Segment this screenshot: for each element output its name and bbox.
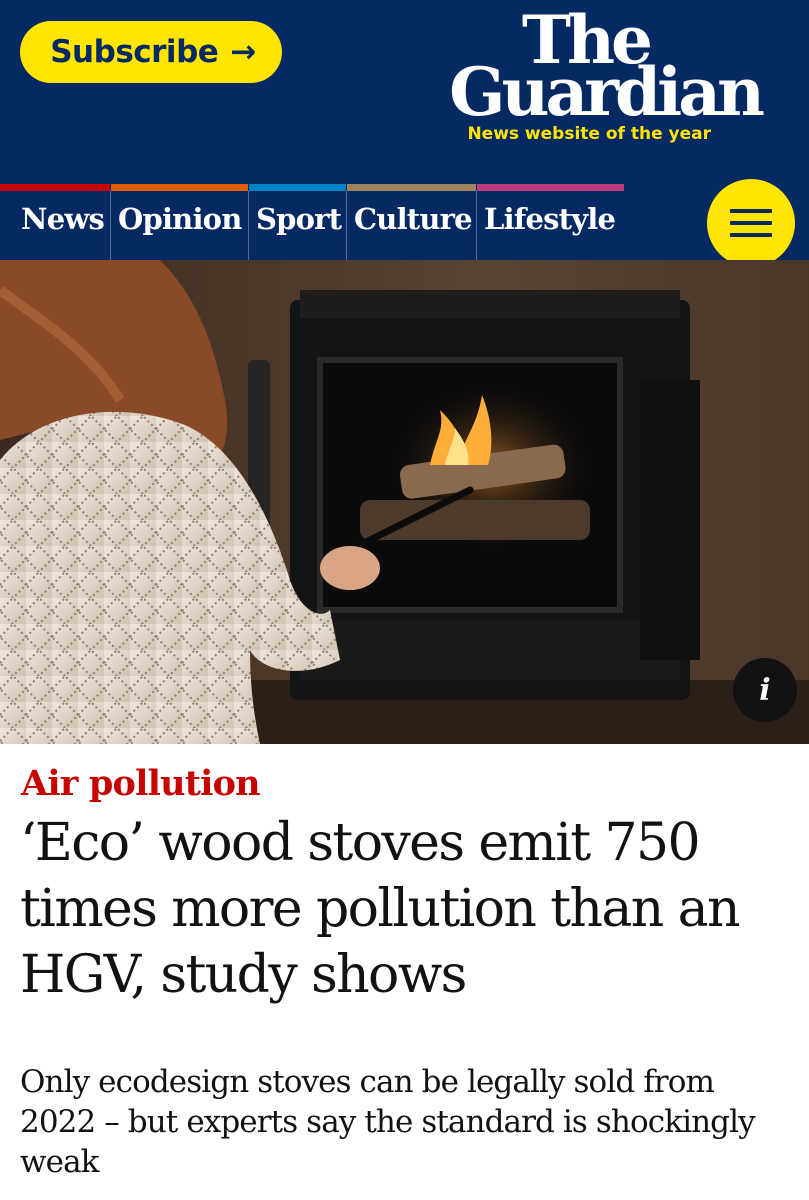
section-kicker[interactable]: Air pollution — [21, 763, 261, 804]
stove-fireplace-photo — [0, 260, 809, 744]
article-standfirst: Only ecodesign stoves can be legally sol… — [20, 1062, 790, 1182]
hero-image: i — [0, 260, 809, 744]
headline-line: times more pollution than an — [20, 879, 741, 939]
nav-item-sport[interactable]: Sport — [249, 184, 346, 260]
headline-line: HGV, study shows — [20, 945, 467, 1005]
standfirst-line: Only ecodesign stoves can be legally sol… — [20, 1064, 715, 1100]
hamburger-menu-button[interactable] — [707, 179, 795, 267]
article-headline: ‘Eco’ wood stoves emit 750 times more po… — [20, 810, 800, 1008]
headline-line: ‘Eco’ wood stoves emit 750 — [20, 813, 701, 873]
section-nav: News Opinion Sport Culture Lifestyle — [0, 179, 809, 267]
nav-item-label: Culture — [354, 202, 473, 236]
logo-line-2: Guardian — [449, 53, 765, 131]
nav-item-label: Sport — [256, 202, 342, 236]
arrow-right-icon: → — [230, 34, 256, 70]
standfirst-line: 2022 – but experts say the standard is s… — [20, 1104, 756, 1140]
tagline: News website of the year — [467, 124, 711, 144]
subscribe-label: Subscribe — [50, 34, 219, 70]
info-icon: i — [759, 672, 771, 708]
nav-item-news[interactable]: News — [0, 184, 110, 260]
nav-item-opinion[interactable]: Opinion — [111, 184, 248, 260]
nav-item-label: Opinion — [118, 202, 242, 236]
standfirst-line: weak — [20, 1144, 99, 1180]
nav-item-lifestyle[interactable]: Lifestyle — [477, 184, 624, 260]
nav-item-label: Lifestyle — [484, 202, 616, 236]
site-header: Subscribe → The Guardian News website of… — [0, 0, 809, 184]
hamburger-menu-icon — [730, 209, 772, 213]
nav-item-culture[interactable]: Culture — [347, 184, 476, 260]
subscribe-button[interactable]: Subscribe → — [20, 21, 282, 83]
nav-item-label: News — [21, 202, 105, 236]
image-info-button[interactable]: i — [733, 658, 797, 722]
